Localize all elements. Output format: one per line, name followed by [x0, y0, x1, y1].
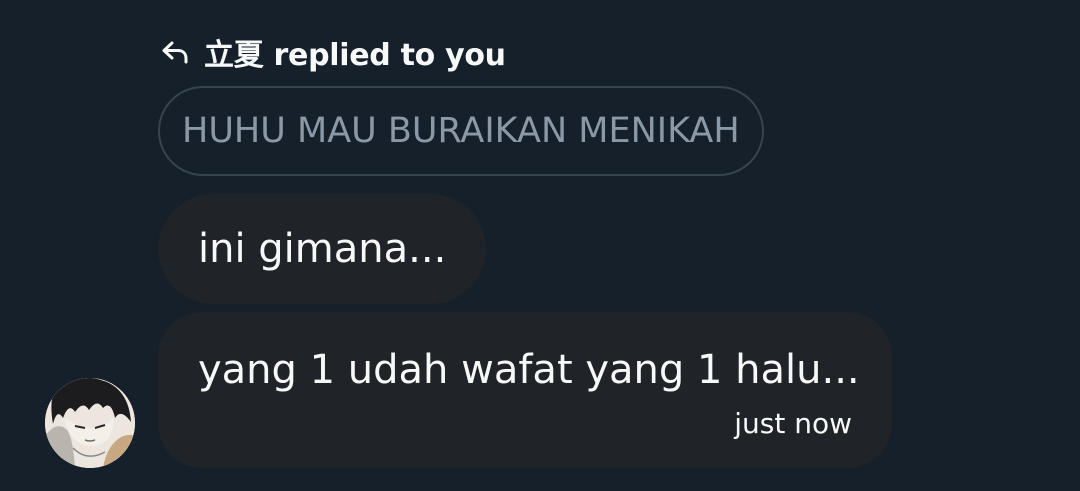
quoted-message-text: HUHU MAU BURAIKAN MENIKAH: [182, 111, 740, 151]
message-timestamp: just now: [734, 407, 852, 440]
user-avatar-icon: [45, 378, 135, 468]
avatar[interactable]: [45, 378, 135, 468]
message-text: ini gimana...: [198, 226, 447, 272]
reply-header: 立夏 replied to you: [160, 34, 506, 73]
message-bubble[interactable]: yang 1 udah wafat yang 1 halu... just no…: [158, 312, 892, 468]
quoted-message[interactable]: HUHU MAU BURAIKAN MENIKAH: [158, 86, 764, 176]
reply-header-text: 立夏 replied to you: [204, 38, 506, 73]
message-text: yang 1 udah wafat yang 1 halu...: [198, 347, 860, 393]
message-bubble[interactable]: ini gimana...: [158, 194, 486, 304]
reply-arrow-icon: [160, 37, 190, 67]
